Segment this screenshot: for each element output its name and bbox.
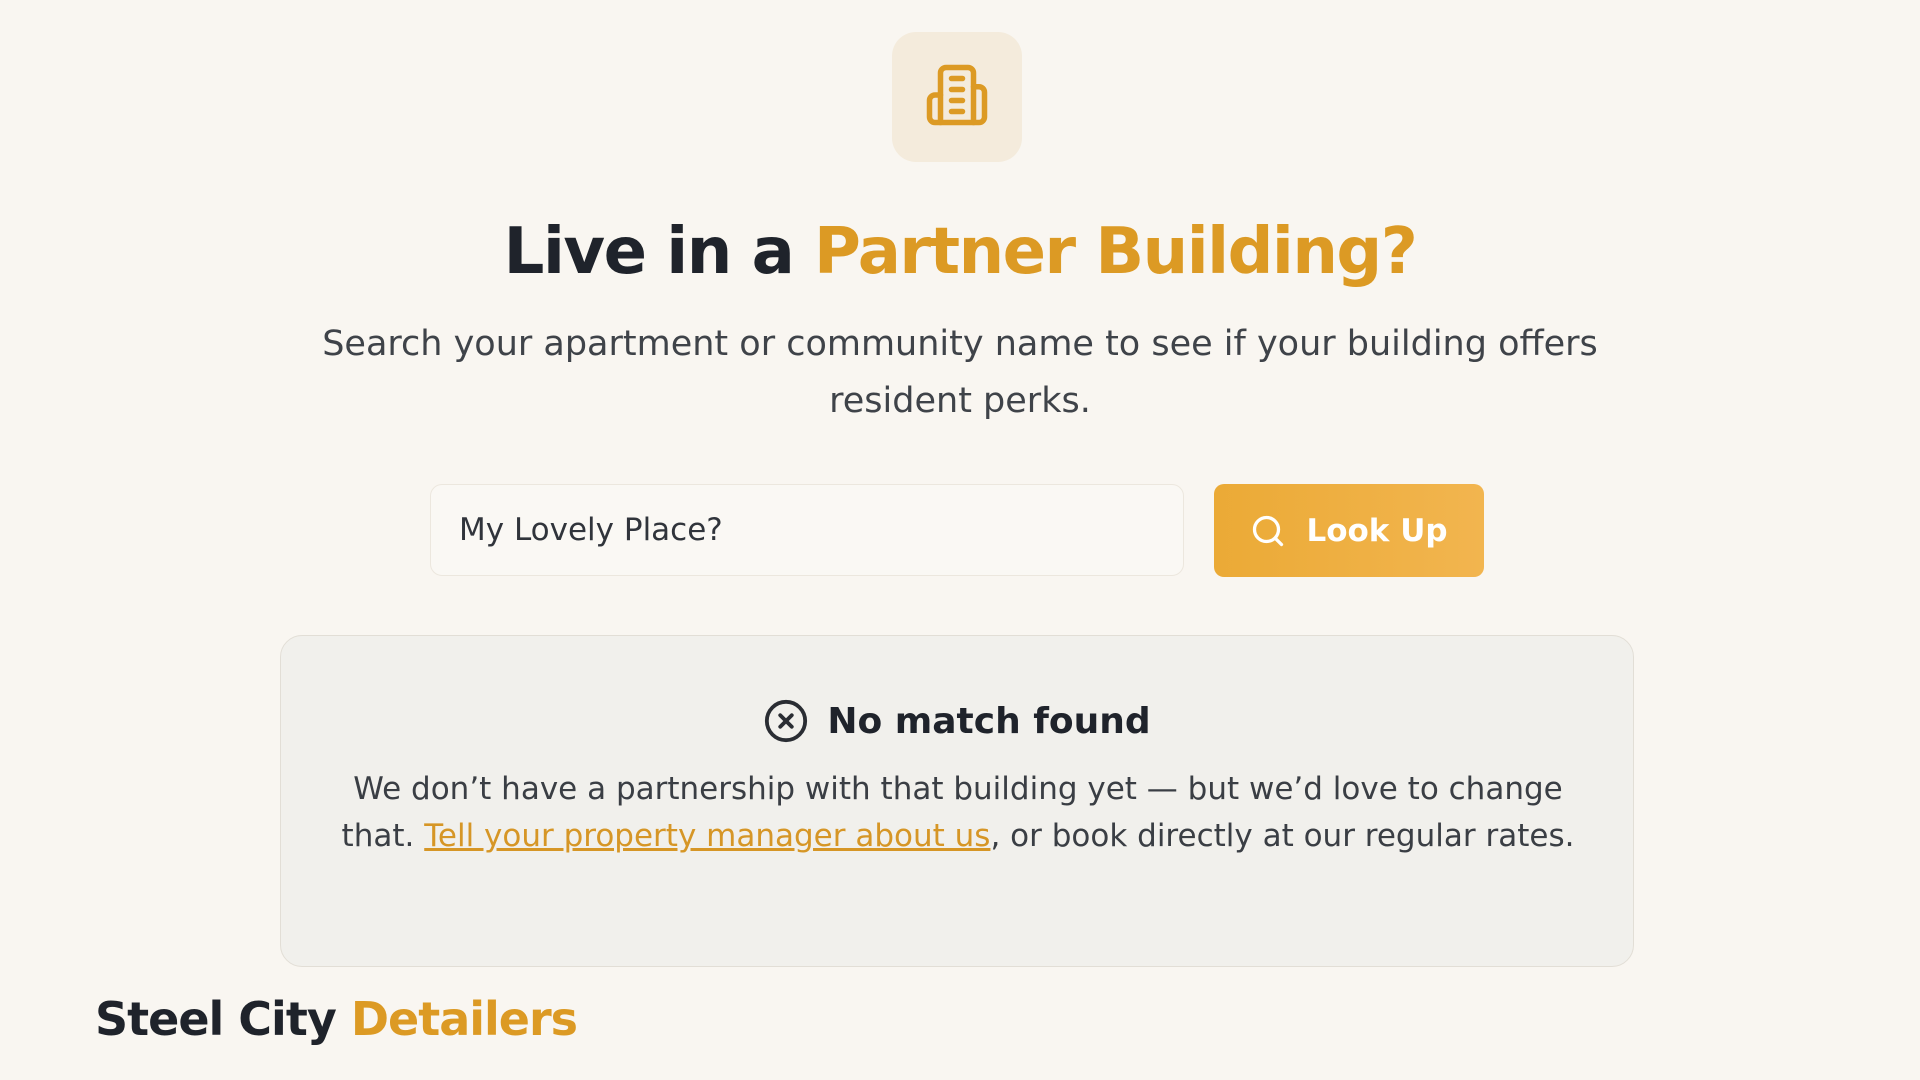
brand-name: Steel City Detailers [95, 992, 578, 1046]
brand-name-accent: Detailers [350, 992, 578, 1046]
search-result-card: No match found We don’t have a partnersh… [280, 635, 1634, 967]
tell-property-manager-link[interactable]: Tell your property manager about us [424, 818, 990, 854]
look-up-button-label: Look Up [1306, 512, 1448, 549]
page-title-accent: Partner Building? [814, 215, 1418, 289]
x-circle-icon [763, 698, 809, 744]
building-icon [924, 62, 990, 132]
search-icon [1250, 513, 1286, 549]
result-title: No match found [827, 700, 1151, 742]
page-subtitle: Search your apartment or community name … [322, 324, 1598, 421]
partner-building-lookup-page: Live in a Partner Building? Search your … [0, 0, 1920, 1080]
brand-name-prefix: Steel City [95, 992, 351, 1046]
result-message: We don’t have a partnership with that bu… [341, 766, 1575, 860]
result-message-text-end: , or book directly at our regular rates. [990, 818, 1575, 854]
page-title-prefix: Live in a [503, 215, 815, 289]
building-icon-tile [892, 32, 1022, 162]
building-search-input[interactable] [430, 484, 1184, 576]
result-heading: No match found [281, 698, 1633, 744]
page-title: Live in a Partner Building? [0, 208, 1920, 296]
look-up-button[interactable]: Look Up [1214, 484, 1484, 577]
